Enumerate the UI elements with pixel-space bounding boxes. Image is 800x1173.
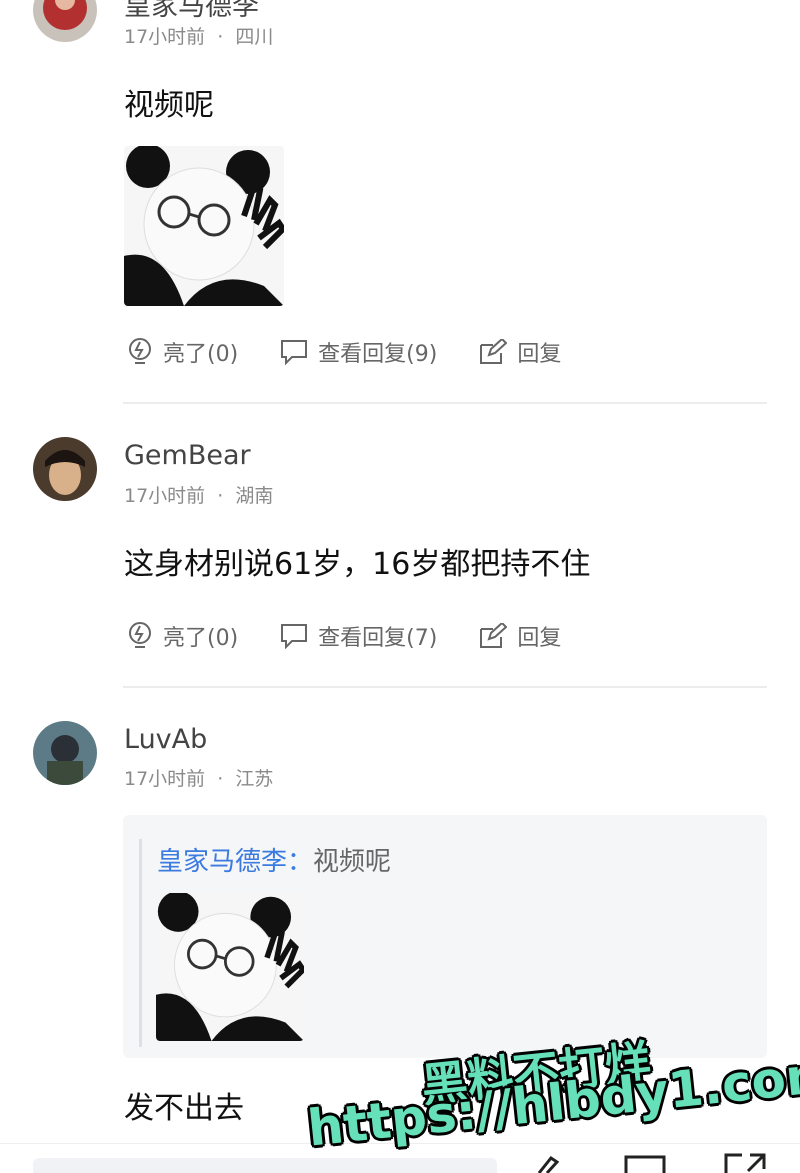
view-replies-label: 查看回复(7)	[318, 626, 438, 651]
comment-text: 发不出去	[124, 1091, 244, 1126]
comment-meta: 17小时前 · 湖南	[124, 481, 273, 508]
user-avatar-image	[33, 437, 97, 501]
like-button[interactable]: 亮了(0)	[127, 336, 238, 368]
panda-meme-icon	[156, 893, 304, 1041]
username[interactable]: GemBear	[124, 440, 251, 471]
lightbulb-icon	[129, 338, 151, 364]
comment-text: 这身材别说61岁，16岁都把持不住	[124, 547, 591, 582]
username[interactable]: LuvAb	[124, 724, 207, 755]
user-avatar-image	[33, 0, 97, 42]
reply-label: 回复	[517, 626, 562, 651]
reply-button[interactable]: 回复	[479, 620, 561, 652]
meta-separator: ·	[217, 485, 224, 507]
quote-text: 视频呢	[313, 847, 392, 877]
comment-location: 湖南	[235, 485, 274, 507]
comment-location: 江苏	[235, 768, 274, 790]
like-button[interactable]: 亮了(0)	[127, 620, 238, 652]
view-replies-button[interactable]: 查看回复(9)	[280, 336, 437, 368]
comment-time: 17小时前	[124, 26, 206, 48]
quote-bar	[139, 839, 142, 1047]
comment-meta: 17小时前 · 四川	[124, 22, 273, 49]
edit-icon	[480, 623, 508, 648]
comment-location: 四川	[235, 26, 274, 48]
meta-separator: ·	[217, 26, 224, 48]
view-replies-label: 查看回复(9)	[318, 342, 438, 367]
reply-label: 回复	[517, 342, 562, 367]
divider	[123, 402, 767, 404]
username[interactable]: 皇家马德李	[124, 0, 259, 23]
comment-icon[interactable]	[622, 1154, 668, 1173]
avatar[interactable]	[33, 721, 97, 785]
comment-icon	[281, 624, 308, 649]
comment-time: 17小时前	[124, 485, 206, 507]
comment-icon	[281, 340, 308, 365]
meta-separator: ·	[217, 768, 224, 790]
avatar[interactable]	[33, 437, 97, 501]
comment-input-box[interactable]	[33, 1158, 497, 1173]
comment-text: 视频呢	[124, 88, 214, 123]
lightbulb-icon	[129, 622, 151, 648]
avatar[interactable]	[33, 0, 97, 42]
comment-actions: 亮了(0) 查看回复(7) 回复	[127, 620, 603, 652]
like-count-label: 亮了(0)	[163, 342, 239, 367]
meme-image[interactable]	[124, 146, 284, 306]
quote-line: 皇家马德李：视频呢	[157, 841, 391, 878]
reply-button[interactable]: 回复	[479, 336, 561, 368]
view-replies-button[interactable]: 查看回复(7)	[280, 620, 437, 652]
divider	[123, 686, 767, 688]
edit-icon	[480, 339, 508, 364]
comment-meta: 17小时前 · 江苏	[124, 764, 273, 791]
share-icon[interactable]	[722, 1152, 768, 1173]
comment-time: 17小时前	[124, 768, 206, 790]
comment-actions: 亮了(0) 查看回复(9) 回复	[127, 336, 603, 368]
panda-meme-icon	[124, 146, 284, 306]
edit-icon[interactable]	[535, 1152, 571, 1173]
user-avatar-image	[33, 721, 97, 785]
like-count-label: 亮了(0)	[163, 626, 239, 651]
quoted-comment[interactable]: 皇家马德李：视频呢	[123, 815, 767, 1058]
quote-meme-image[interactable]	[156, 893, 304, 1041]
quote-username[interactable]: 皇家马德李：	[157, 847, 313, 877]
